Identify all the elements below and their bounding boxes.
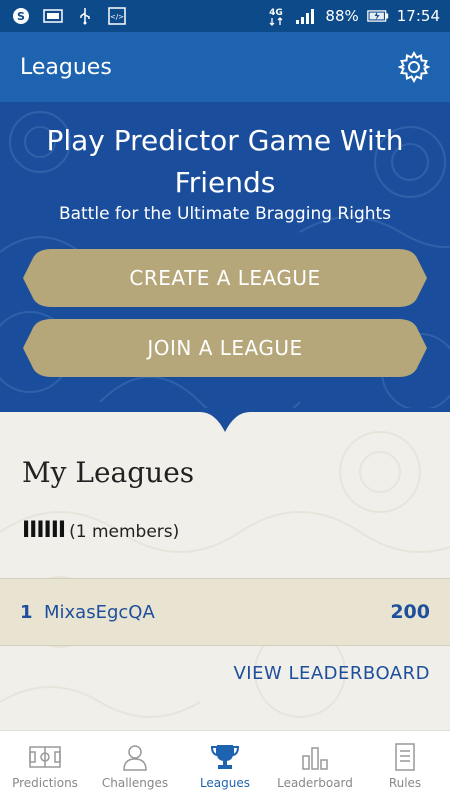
nav-label: Leagues bbox=[199, 775, 251, 790]
league-header[interactable]: IIIIII (1 members) bbox=[22, 518, 179, 543]
join-league-button[interactable]: JOIN A LEAGUE bbox=[22, 318, 428, 378]
nav-label: Leaderboard bbox=[277, 775, 353, 790]
player-score: 200 bbox=[390, 601, 430, 623]
hero-title: Play Predictor Game With Friends bbox=[46, 124, 404, 199]
league-members: (1 members) bbox=[69, 522, 180, 542]
svg-text:</>: </> bbox=[110, 13, 124, 21]
network-icon: 4G bbox=[265, 7, 287, 26]
my-leagues-heading: My Leagues bbox=[22, 456, 195, 489]
create-league-button[interactable]: CREATE A LEAGUE bbox=[22, 248, 428, 308]
join-league-label: JOIN A LEAGUE bbox=[147, 336, 303, 360]
pitch-icon bbox=[29, 745, 61, 768]
hero-banner: Play Predictor Game With Friends Battle … bbox=[0, 102, 450, 412]
table-row[interactable]: 1 MixasEgcQA 200 bbox=[0, 578, 450, 646]
app-bar: Leagues bbox=[0, 32, 450, 102]
skype-icon: S bbox=[10, 7, 32, 25]
bar-chart-icon bbox=[302, 746, 328, 770]
create-league-label: CREATE A LEAGUE bbox=[129, 266, 321, 290]
status-bar: S </> 4G 88% 17:54 bbox=[0, 0, 450, 32]
view-leaderboard-link[interactable]: VIEW LEADERBOARD bbox=[233, 663, 430, 684]
nav-leaderboard[interactable]: Leaderboard bbox=[270, 731, 360, 800]
league-name: IIIIII bbox=[22, 518, 66, 543]
bottom-nav: Predictions Challenges Leagues Leaderboa… bbox=[0, 730, 450, 800]
nav-predictions[interactable]: Predictions bbox=[0, 731, 90, 800]
page-title: Leagues bbox=[20, 54, 112, 80]
document-icon bbox=[395, 742, 415, 771]
status-right: 4G 88% 17:54 bbox=[265, 7, 440, 26]
player-name: MixasEgcQA bbox=[44, 601, 155, 623]
nav-label: Rules bbox=[388, 775, 422, 790]
battery-percent: 88% bbox=[325, 7, 359, 25]
nav-challenges[interactable]: Challenges bbox=[90, 731, 180, 800]
nav-rules[interactable]: Rules bbox=[360, 731, 450, 800]
rank-position: 1 bbox=[20, 601, 33, 623]
nav-leagues[interactable]: Leagues bbox=[180, 731, 270, 800]
nav-label: Predictions bbox=[12, 775, 78, 790]
gear-icon[interactable] bbox=[398, 51, 430, 83]
signal-icon bbox=[295, 7, 317, 25]
image-icon bbox=[42, 7, 64, 25]
clock: 17:54 bbox=[396, 7, 440, 25]
network-label: 4G bbox=[270, 8, 284, 18]
status-left: S </> bbox=[10, 7, 128, 25]
nav-label: Challenges bbox=[101, 775, 169, 790]
code-icon: </> bbox=[106, 7, 128, 25]
usb-icon bbox=[74, 7, 96, 25]
svg-text:S: S bbox=[17, 10, 25, 23]
battery-icon bbox=[366, 7, 389, 25]
user-icon bbox=[123, 744, 147, 771]
hero-subtitle: Battle for the Ultimate Bragging Rights bbox=[58, 204, 392, 224]
trophy-icon bbox=[210, 744, 240, 769]
